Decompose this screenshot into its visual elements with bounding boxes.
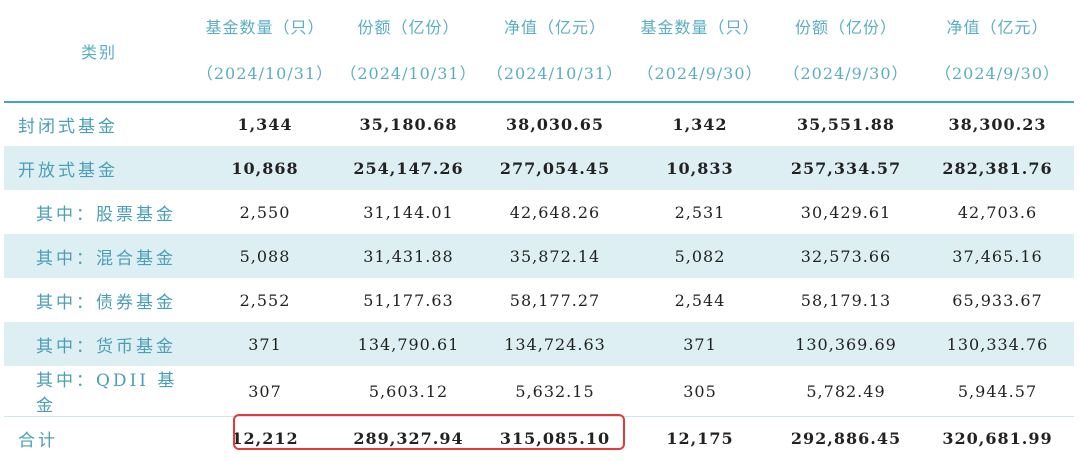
table-cell: 277,054.45 [481, 146, 629, 190]
table-cell: 305 [683, 381, 717, 401]
column-header: 净值（亿元） （2024/10/31） [481, 0, 629, 103]
table-cell: 12,212 [194, 416, 336, 461]
table-cell: 65,933.67 [952, 290, 1043, 310]
table-cell: 130,334.76 [921, 322, 1074, 366]
column-header: 基金数量（只） （2024/9/30） [629, 0, 771, 103]
table-cell: 134,790.61 [336, 322, 481, 366]
table-cell: 38,300.23 [948, 115, 1047, 134]
table-row-stock: 其中：股票基金 2,550 31,144.01 42,648.26 2,531 … [4, 190, 1074, 234]
table-row-mixed: 其中：混合基金 5,088 31,431.88 35,872.14 5,082 … [4, 234, 1074, 278]
row-label: 其中：债券基金 [36, 292, 176, 313]
category-header: 类别 [4, 0, 194, 103]
table-cell: 5,782.49 [806, 381, 886, 401]
table-cell: 5,944.57 [957, 381, 1038, 401]
table-cell: 5,632.15 [515, 381, 595, 401]
table-cell: 12,175 [629, 416, 771, 461]
table-cell: 35,180.68 [359, 115, 458, 134]
table-cell: 35,551.88 [796, 115, 896, 134]
table-cell: 282,381.76 [921, 146, 1074, 190]
table-row-open-end: 开放式基金 10,868 254,147.26 277,054.45 10,83… [4, 146, 1074, 190]
table-cell: 10,868 [194, 146, 336, 190]
table-cell: 2,552 [239, 290, 291, 310]
row-label: 其中：混合基金 [4, 234, 194, 278]
table-cell: 130,369.69 [771, 322, 921, 366]
table-cell: 292,886.45 [771, 416, 921, 461]
table-cell: 1,342 [672, 115, 728, 134]
table-cell: 5,082 [629, 234, 771, 278]
table-cell: 257,334.57 [771, 146, 921, 190]
table-cell: 30,429.61 [800, 202, 892, 222]
table-row-money-market: 其中：货币基金 371 134,790.61 134,724.63 371 13… [4, 322, 1074, 366]
table-body: 封闭式基金 1,344 35,180.68 38,030.65 1,342 35… [4, 102, 1074, 461]
row-label: 合计 [4, 416, 194, 461]
table-cell: 307 [248, 381, 282, 401]
table-cell: 2,544 [674, 290, 726, 310]
table-cell: 37,465.16 [921, 234, 1074, 278]
table-cell: 31,431.88 [336, 234, 481, 278]
row-label: 其中：QDII 基金 [36, 371, 178, 416]
column-header: 净值（亿元） （2024/9/30） [921, 0, 1074, 103]
row-label: 开放式基金 [4, 146, 194, 190]
fund-statistics-table-wrapper: 类别 基金数量（只） （2024/10/31） 份额（亿份） （2024/10/31… [4, 0, 1074, 461]
table-row-bond: 其中：债券基金 2,552 51,177.63 58,177.27 2,544 … [4, 278, 1074, 322]
table-cell: 5,088 [194, 234, 336, 278]
table-cell: 371 [194, 322, 336, 366]
header-row: 类别 基金数量（只） （2024/10/31） 份额（亿份） （2024/10/31… [4, 0, 1074, 103]
table-cell: 5,603.12 [368, 381, 449, 401]
table-cell: 38,030.65 [505, 115, 605, 134]
table-row-total: 合计 12,212 289,327.94 315,085.10 12,175 2… [4, 416, 1074, 461]
row-label: 其中：股票基金 [36, 204, 176, 225]
table-cell: 1,344 [237, 115, 293, 134]
table-cell: 31,144.01 [363, 202, 454, 222]
table-cell: 320,681.99 [921, 416, 1074, 461]
row-label: 其中：货币基金 [4, 322, 194, 366]
table-cell: 289,327.94 [336, 416, 481, 461]
table-cell: 58,177.27 [509, 290, 601, 310]
fund-statistics-table: 类别 基金数量（只） （2024/10/31） 份额（亿份） （2024/10/31… [4, 0, 1074, 461]
table-header: 类别 基金数量（只） （2024/10/31） 份额（亿份） （2024/10/31… [4, 0, 1074, 103]
table-cell: 2,531 [674, 202, 726, 222]
table-cell: 32,573.66 [771, 234, 921, 278]
table-cell: 35,872.14 [481, 234, 629, 278]
table-row-qdii: 其中：QDII 基金 307 5,603.12 5,632.15 305 5,7… [4, 366, 1074, 417]
table-cell: 371 [629, 322, 771, 366]
table-row-closed-end: 封闭式基金 1,344 35,180.68 38,030.65 1,342 35… [4, 102, 1074, 146]
column-header: 份额（亿份） （2024/9/30） [771, 0, 921, 103]
table-cell: 2,550 [239, 202, 291, 222]
table-cell: 58,179.13 [800, 290, 892, 310]
table-cell: 254,147.26 [336, 146, 481, 190]
table-cell: 42,703.6 [957, 202, 1038, 222]
table-cell: 10,833 [629, 146, 771, 190]
column-header: 份额（亿份） （2024/10/31） [336, 0, 481, 103]
table-cell: 134,724.63 [481, 322, 629, 366]
column-header: 基金数量（只） （2024/10/31） [194, 0, 336, 103]
table-cell: 42,648.26 [509, 202, 601, 222]
table-cell: 315,085.10 [481, 416, 629, 461]
table-cell: 51,177.63 [363, 290, 454, 310]
row-label: 封闭式基金 [18, 117, 118, 137]
